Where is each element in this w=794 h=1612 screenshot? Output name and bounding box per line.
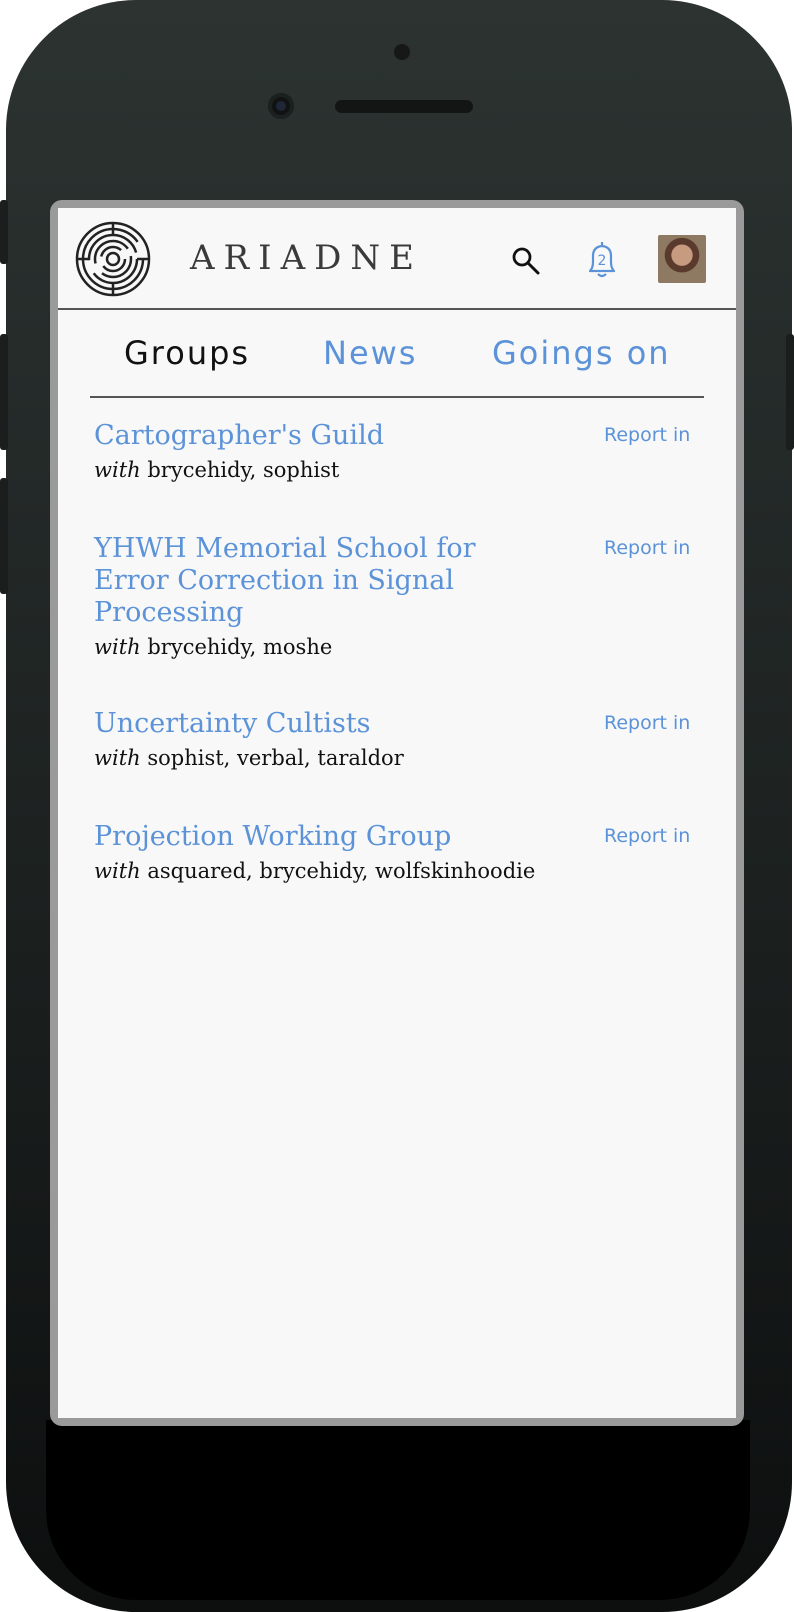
member-names: brycehidy, sophist bbox=[147, 458, 340, 482]
group-members: with brycehidy, sophist bbox=[94, 458, 339, 482]
group-members: with brycehidy, moshe bbox=[94, 635, 332, 659]
member-names: asquared, brycehidy, wolfskinhoodie bbox=[147, 859, 536, 883]
report-in-link[interactable]: Report in bbox=[604, 712, 690, 734]
phone-chin bbox=[46, 1420, 750, 1600]
group-members: with asquared, brycehidy, wolfskinhoodie bbox=[94, 859, 535, 883]
group-name[interactable]: Cartographer's Guild bbox=[94, 420, 494, 452]
with-label: with bbox=[94, 746, 141, 770]
group-name[interactable]: Uncertainty Cultists bbox=[94, 708, 494, 740]
with-label: with bbox=[94, 859, 141, 883]
report-in-link[interactable]: Report in bbox=[604, 424, 690, 446]
list-item: YHWH Memorial School for Error Correctio… bbox=[58, 533, 736, 673]
group-name[interactable]: Projection Working Group bbox=[94, 821, 494, 853]
power-button bbox=[786, 334, 794, 450]
volume-up-button bbox=[0, 334, 8, 450]
with-label: with bbox=[94, 635, 141, 659]
search-icon[interactable] bbox=[511, 246, 541, 276]
tab-bar: Groups News Goings on bbox=[90, 308, 704, 398]
app-header: ARIADNE 2 bbox=[58, 208, 736, 310]
with-label: with bbox=[94, 458, 141, 482]
notification-count: 2 bbox=[598, 253, 607, 269]
report-in-link[interactable]: Report in bbox=[604, 825, 690, 847]
list-item: Uncertainty Cultists with sophist, verba… bbox=[58, 708, 736, 788]
list-item: Projection Working Group with asquared, … bbox=[58, 821, 736, 901]
member-names: sophist, verbal, taraldor bbox=[147, 746, 404, 770]
tab-news[interactable]: News bbox=[323, 334, 417, 372]
member-names: brycehidy, moshe bbox=[147, 635, 333, 659]
earpiece-speaker bbox=[335, 100, 473, 113]
labyrinth-logo-icon[interactable] bbox=[75, 221, 151, 297]
mute-switch bbox=[0, 200, 8, 264]
app-screen: ARIADNE 2 Groups News Goings on Cartogra… bbox=[58, 208, 736, 1418]
volume-down-button bbox=[0, 478, 8, 594]
avatar[interactable] bbox=[658, 235, 706, 283]
app-brand: ARIADNE bbox=[190, 238, 423, 278]
list-item: Cartographer's Guild with brycehidy, sop… bbox=[58, 420, 736, 500]
proximity-sensor bbox=[394, 44, 410, 60]
front-camera bbox=[268, 93, 294, 119]
report-in-link[interactable]: Report in bbox=[604, 537, 690, 559]
bell-icon[interactable]: 2 bbox=[584, 240, 620, 280]
tab-groups[interactable]: Groups bbox=[124, 334, 250, 372]
group-name[interactable]: YHWH Memorial School for Error Correctio… bbox=[94, 533, 494, 629]
group-members: with sophist, verbal, taraldor bbox=[94, 746, 404, 770]
tab-goings-on[interactable]: Goings on bbox=[492, 334, 671, 372]
